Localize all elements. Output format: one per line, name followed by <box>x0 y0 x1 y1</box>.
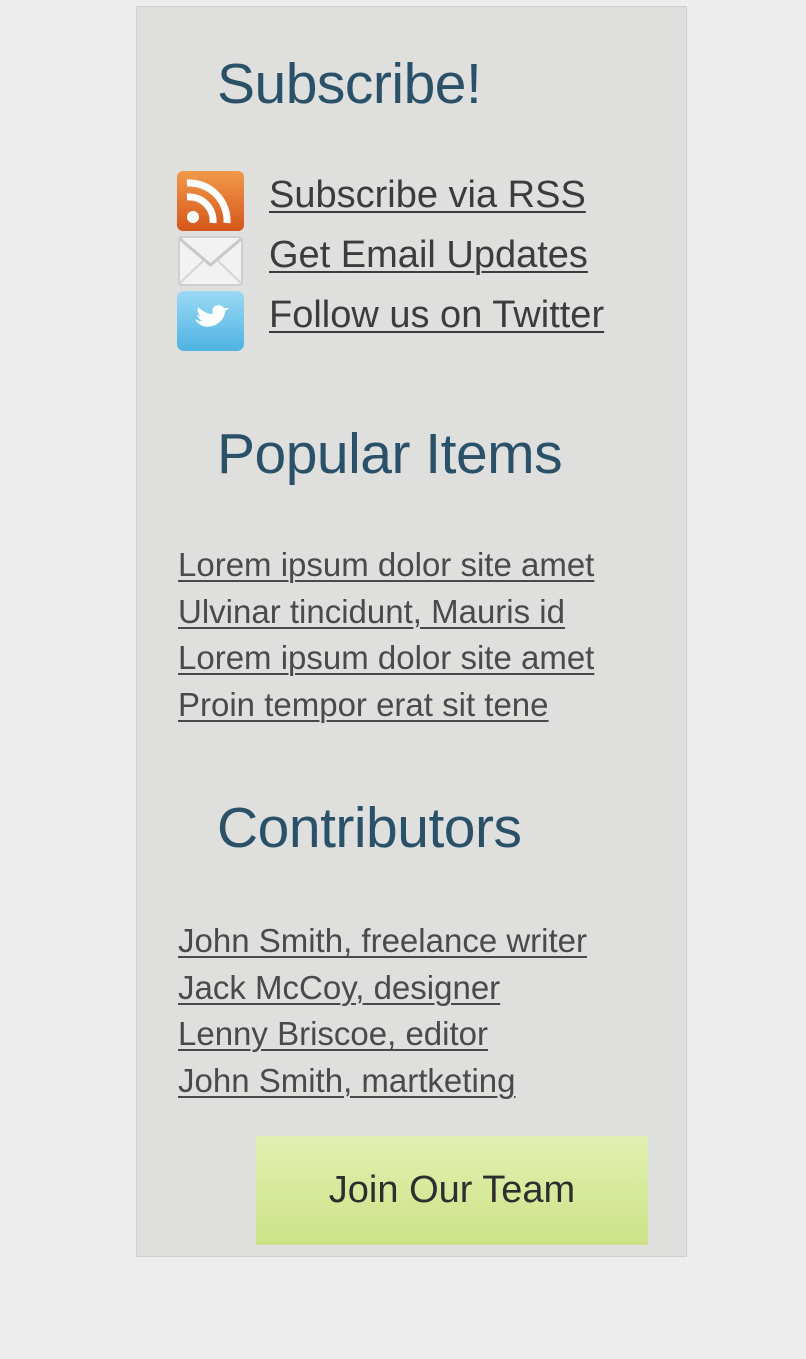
contributor-link[interactable]: John Smith, martketing <box>178 1058 658 1105</box>
twitter-bird-icon[interactable] <box>177 291 244 351</box>
sidebar: Subscribe! Subscribe via RSS Get Email U… <box>136 6 687 1257</box>
popular-items-list: Lorem ipsum dolor site amet Ulvinar tinc… <box>178 542 658 728</box>
contributor-link[interactable]: Lenny Briscoe, editor <box>178 1011 658 1058</box>
envelope-icon[interactable] <box>177 231 244 291</box>
contributor-link[interactable]: John Smith, freelance writer <box>178 918 658 965</box>
contributors-heading: Contributors <box>217 796 522 860</box>
rss-icon[interactable] <box>177 171 244 231</box>
subscribe-heading: Subscribe! <box>217 52 482 116</box>
popular-item-link[interactable]: Lorem ipsum dolor site amet <box>178 635 658 682</box>
contributor-link[interactable]: Jack McCoy, designer <box>178 965 658 1012</box>
popular-item-link[interactable]: Ulvinar tincidunt, Mauris id <box>178 589 658 636</box>
join-our-team-button[interactable]: Join Our Team <box>256 1136 648 1245</box>
subscribe-email-item: Get Email Updates <box>177 231 657 291</box>
subscribe-twitter-item: Follow us on Twitter <box>177 291 657 351</box>
subscribe-email-link[interactable]: Get Email Updates <box>269 233 588 277</box>
popular-items-heading: Popular Items <box>217 422 563 486</box>
popular-item-link[interactable]: Lorem ipsum dolor site amet <box>178 542 658 589</box>
subscribe-rss-link[interactable]: Subscribe via RSS <box>269 173 586 217</box>
contributors-list: John Smith, freelance writer Jack McCoy,… <box>178 918 658 1104</box>
subscribe-list: Subscribe via RSS Get Email Updates Foll… <box>177 171 657 351</box>
subscribe-twitter-link[interactable]: Follow us on Twitter <box>269 293 604 337</box>
popular-item-link[interactable]: Proin tempor erat sit tene <box>178 682 658 729</box>
subscribe-rss-item: Subscribe via RSS <box>177 171 657 231</box>
